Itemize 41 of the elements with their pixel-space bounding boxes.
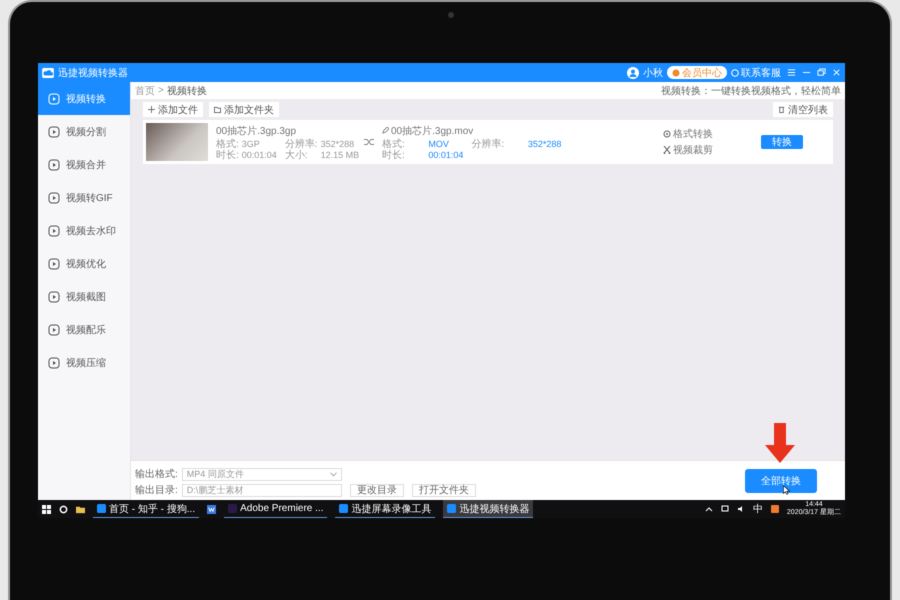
sidebar-item[interactable]: 视频压缩 [38,346,130,379]
tagline: 视频转换：一键转换视频格式，轻松简单 [661,84,841,98]
output-file-name: 00抽芯片.3gp.mov [391,124,474,138]
output-directory-label: 输出目录: [135,484,178,497]
video-crop-link[interactable]: 视频裁剪 [663,143,713,157]
taskbar-app[interactable]: Adobe Premiere ... [224,500,328,518]
window-title: 迅捷视频转换器 [58,66,128,80]
sidebar-item[interactable]: 视频转GIF [38,181,130,214]
sidebar-item[interactable]: 视频合并 [38,148,130,181]
clear-list-button[interactable]: 清空列表 [773,102,833,117]
size-value: 12.15 MB [320,150,360,160]
format-label: 格式: [382,138,406,150]
size-label: 大小: [284,150,308,160]
breadcrumb-current: 视频转换 [166,84,207,98]
resolution-label: 分辨率: [284,138,318,150]
sidebar-item[interactable]: 视频截图 [38,280,130,313]
add-file-button[interactable]: 添加文件 [143,102,203,117]
duration-value: 00:01:04 [242,150,278,160]
sidebar-item[interactable]: 视频分割 [38,115,130,148]
sidebar-item[interactable]: 视频配乐 [38,313,130,346]
taskbar-app[interactable]: 迅捷屏幕录像工具 [335,500,436,518]
resolution-label: 分辨率: [471,138,506,150]
file-name: 00抽芯片.3gp.3gp [216,124,298,138]
change-directory-button[interactable]: 更改目录 [350,484,404,496]
sidebar-item[interactable]: 视频去水印 [38,214,130,247]
output-duration-value: 00:01:04 [428,150,464,160]
taskbar-app[interactable]: 迅捷视频转换器 [443,500,534,518]
format-label: 格式: [216,138,239,150]
format-convert-link[interactable]: 格式转换 [663,127,713,141]
sidebar-item[interactable]: 视频优化 [38,247,130,280]
resolution-value: 352*288 [320,138,356,150]
duration-label: 时长: [382,150,406,160]
taskbar-app[interactable]: 首页 - 知乎 - 搜狗... [93,500,200,518]
format-value: 3GP [242,138,261,150]
breadcrumb-separator: > [158,85,164,96]
user-name: 小秋 [643,66,663,80]
open-folder-button[interactable]: 打开文件夹 [412,484,476,496]
output-format-label: 输出格式: [135,468,178,481]
add-folder-button[interactable]: 添加文件夹 [209,102,279,117]
duration-label: 时长: [216,150,239,160]
input-method-indicator[interactable]: 中 [752,502,763,516]
